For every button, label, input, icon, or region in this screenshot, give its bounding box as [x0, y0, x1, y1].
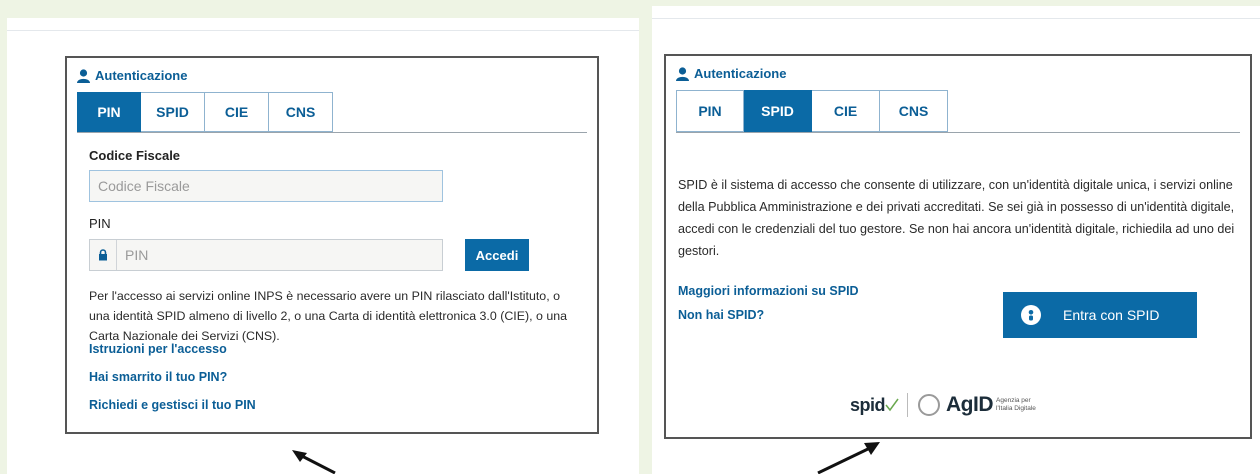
pin-input[interactable]: PIN	[89, 239, 443, 271]
user-icon	[676, 66, 689, 81]
spid-logo: spid	[850, 394, 886, 415]
gestisci-pin-link[interactable]: Richiedi e gestisci il tuo PIN	[89, 398, 256, 412]
check-icon	[885, 398, 899, 412]
lock-icon	[90, 240, 117, 270]
tab-spid[interactable]: SPID	[141, 92, 205, 132]
istruzioni-accesso-link[interactable]: Istruzioni per l'accesso	[89, 342, 227, 356]
auth-tabs: PIN SPID CIE CNS	[676, 90, 948, 132]
agid-logo: AgID	[946, 393, 994, 416]
user-icon	[77, 68, 90, 83]
pin-label: PIN	[89, 216, 111, 231]
auth-title-text: Autenticazione	[694, 66, 787, 81]
arrow-icon	[292, 450, 336, 474]
auth-title: Autenticazione	[77, 68, 187, 83]
tab-cns[interactable]: CNS	[880, 90, 948, 132]
codice-fiscale-input[interactable]: Codice Fiscale	[89, 170, 443, 202]
tab-pin[interactable]: PIN	[676, 90, 744, 132]
maggiori-info-spid-link[interactable]: Maggiori informazioni su SPID	[678, 284, 859, 298]
tab-divider	[77, 132, 587, 133]
auth-title-text: Autenticazione	[95, 68, 188, 83]
smarrito-pin-link[interactable]: Hai smarrito il tuo PIN?	[89, 370, 227, 384]
tab-divider	[676, 132, 1240, 133]
agid-subtitle: Agenzia per l'Italia Digitale	[996, 397, 1036, 412]
footer-logos: spid AgID Agenzia per l'Italia Digitale	[850, 393, 1048, 417]
tab-spid[interactable]: SPID	[744, 90, 812, 132]
spid-person-icon	[1021, 305, 1041, 325]
pin-info-text: Per l'accesso ai servizi online INPS è n…	[89, 289, 568, 343]
tab-cns[interactable]: CNS	[269, 92, 333, 132]
pin-placeholder: PIN	[125, 247, 149, 263]
right-login-panel: Autenticazione PIN SPID CIE CNS SPID è i…	[652, 6, 1260, 474]
tab-pin[interactable]: PIN	[77, 92, 141, 132]
auth-box-pin: Autenticazione PIN SPID CIE CNS Codice F…	[65, 56, 599, 434]
auth-title: Autenticazione	[676, 66, 786, 81]
auth-tabs: PIN SPID CIE CNS	[77, 92, 333, 132]
codice-fiscale-label: Codice Fiscale	[89, 148, 181, 163]
auth-box-spid: Autenticazione PIN SPID CIE CNS SPID è i…	[664, 54, 1252, 439]
codice-fiscale-placeholder: Codice Fiscale	[98, 178, 190, 194]
tab-cie[interactable]: CIE	[205, 92, 269, 132]
divider	[652, 18, 1260, 19]
arrow-icon	[817, 442, 880, 474]
accedi-button[interactable]: Accedi	[465, 239, 529, 271]
left-login-panel: Autenticazione PIN SPID CIE CNS Codice F…	[7, 18, 639, 474]
entra-con-spid-label: Entra con SPID	[1063, 307, 1160, 323]
spid-info-text: SPID è il sistema di accesso che consent…	[678, 178, 1235, 258]
divider	[7, 30, 639, 31]
agid-emblem-icon	[918, 394, 941, 416]
entra-con-spid-button[interactable]: Entra con SPID	[1003, 292, 1197, 338]
logo-divider	[907, 393, 909, 417]
non-hai-spid-link[interactable]: Non hai SPID?	[678, 308, 764, 322]
tab-cie[interactable]: CIE	[812, 90, 880, 132]
